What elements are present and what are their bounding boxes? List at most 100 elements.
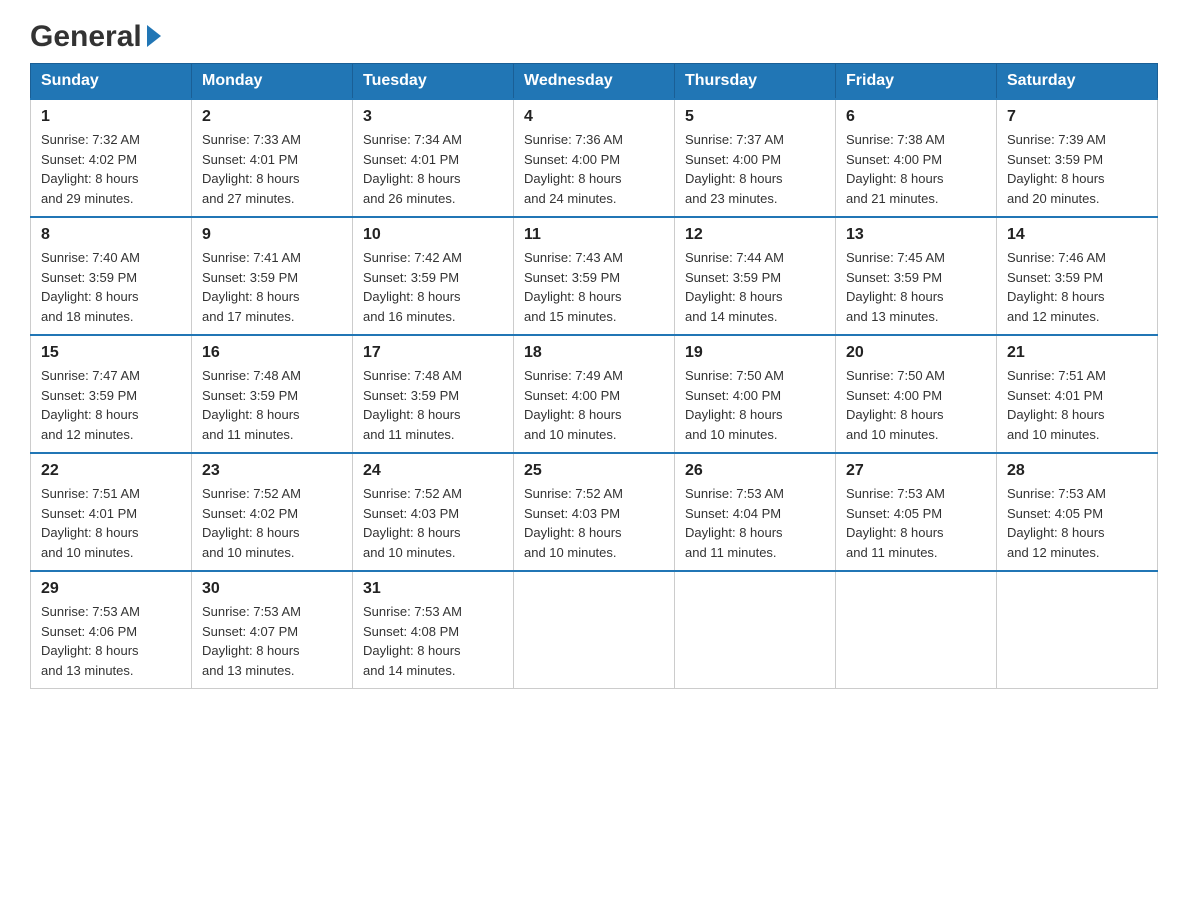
day-info: Sunrise: 7:38 AM Sunset: 4:00 PM Dayligh…	[846, 130, 986, 208]
day-number: 28	[1007, 462, 1147, 480]
day-number: 27	[846, 462, 986, 480]
day-number: 15	[41, 344, 181, 362]
day-info: Sunrise: 7:51 AM Sunset: 4:01 PM Dayligh…	[41, 484, 181, 562]
calendar-cell: 30 Sunrise: 7:53 AM Sunset: 4:07 PM Dayl…	[192, 571, 353, 689]
col-header-friday: Friday	[836, 64, 997, 100]
day-number: 9	[202, 226, 342, 244]
day-info: Sunrise: 7:40 AM Sunset: 3:59 PM Dayligh…	[41, 248, 181, 326]
calendar-cell	[997, 571, 1158, 689]
day-info: Sunrise: 7:46 AM Sunset: 3:59 PM Dayligh…	[1007, 248, 1147, 326]
calendar-table: SundayMondayTuesdayWednesdayThursdayFrid…	[30, 63, 1158, 689]
day-info: Sunrise: 7:37 AM Sunset: 4:00 PM Dayligh…	[685, 130, 825, 208]
day-number: 8	[41, 226, 181, 244]
calendar-cell: 25 Sunrise: 7:52 AM Sunset: 4:03 PM Dayl…	[514, 453, 675, 571]
day-number: 7	[1007, 108, 1147, 126]
calendar-cell: 14 Sunrise: 7:46 AM Sunset: 3:59 PM Dayl…	[997, 217, 1158, 335]
day-info: Sunrise: 7:48 AM Sunset: 3:59 PM Dayligh…	[363, 366, 503, 444]
day-number: 10	[363, 226, 503, 244]
calendar-header-row: SundayMondayTuesdayWednesdayThursdayFrid…	[31, 64, 1158, 100]
calendar-week-row: 29 Sunrise: 7:53 AM Sunset: 4:06 PM Dayl…	[31, 571, 1158, 689]
calendar-cell: 16 Sunrise: 7:48 AM Sunset: 3:59 PM Dayl…	[192, 335, 353, 453]
calendar-cell: 11 Sunrise: 7:43 AM Sunset: 3:59 PM Dayl…	[514, 217, 675, 335]
day-number: 18	[524, 344, 664, 362]
day-number: 3	[363, 108, 503, 126]
col-header-wednesday: Wednesday	[514, 64, 675, 100]
day-number: 19	[685, 344, 825, 362]
calendar-cell: 1 Sunrise: 7:32 AM Sunset: 4:02 PM Dayli…	[31, 99, 192, 217]
day-number: 30	[202, 580, 342, 598]
col-header-saturday: Saturday	[997, 64, 1158, 100]
calendar-cell	[675, 571, 836, 689]
day-info: Sunrise: 7:47 AM Sunset: 3:59 PM Dayligh…	[41, 366, 181, 444]
day-number: 25	[524, 462, 664, 480]
day-info: Sunrise: 7:43 AM Sunset: 3:59 PM Dayligh…	[524, 248, 664, 326]
calendar-week-row: 15 Sunrise: 7:47 AM Sunset: 3:59 PM Dayl…	[31, 335, 1158, 453]
day-info: Sunrise: 7:36 AM Sunset: 4:00 PM Dayligh…	[524, 130, 664, 208]
day-info: Sunrise: 7:41 AM Sunset: 3:59 PM Dayligh…	[202, 248, 342, 326]
day-number: 29	[41, 580, 181, 598]
day-info: Sunrise: 7:51 AM Sunset: 4:01 PM Dayligh…	[1007, 366, 1147, 444]
day-number: 2	[202, 108, 342, 126]
day-info: Sunrise: 7:53 AM Sunset: 4:08 PM Dayligh…	[363, 602, 503, 680]
day-number: 22	[41, 462, 181, 480]
col-header-monday: Monday	[192, 64, 353, 100]
calendar-cell: 22 Sunrise: 7:51 AM Sunset: 4:01 PM Dayl…	[31, 453, 192, 571]
day-number: 12	[685, 226, 825, 244]
day-number: 21	[1007, 344, 1147, 362]
col-header-thursday: Thursday	[675, 64, 836, 100]
day-info: Sunrise: 7:33 AM Sunset: 4:01 PM Dayligh…	[202, 130, 342, 208]
day-number: 23	[202, 462, 342, 480]
day-info: Sunrise: 7:49 AM Sunset: 4:00 PM Dayligh…	[524, 366, 664, 444]
day-info: Sunrise: 7:53 AM Sunset: 4:05 PM Dayligh…	[1007, 484, 1147, 562]
calendar-cell: 21 Sunrise: 7:51 AM Sunset: 4:01 PM Dayl…	[997, 335, 1158, 453]
calendar-cell: 13 Sunrise: 7:45 AM Sunset: 3:59 PM Dayl…	[836, 217, 997, 335]
day-number: 17	[363, 344, 503, 362]
day-number: 16	[202, 344, 342, 362]
day-number: 14	[1007, 226, 1147, 244]
day-info: Sunrise: 7:48 AM Sunset: 3:59 PM Dayligh…	[202, 366, 342, 444]
day-number: 26	[685, 462, 825, 480]
day-info: Sunrise: 7:44 AM Sunset: 3:59 PM Dayligh…	[685, 248, 825, 326]
day-info: Sunrise: 7:52 AM Sunset: 4:03 PM Dayligh…	[363, 484, 503, 562]
calendar-cell: 15 Sunrise: 7:47 AM Sunset: 3:59 PM Dayl…	[31, 335, 192, 453]
calendar-week-row: 1 Sunrise: 7:32 AM Sunset: 4:02 PM Dayli…	[31, 99, 1158, 217]
day-info: Sunrise: 7:45 AM Sunset: 3:59 PM Dayligh…	[846, 248, 986, 326]
day-info: Sunrise: 7:53 AM Sunset: 4:06 PM Dayligh…	[41, 602, 181, 680]
calendar-cell: 27 Sunrise: 7:53 AM Sunset: 4:05 PM Dayl…	[836, 453, 997, 571]
calendar-cell: 6 Sunrise: 7:38 AM Sunset: 4:00 PM Dayli…	[836, 99, 997, 217]
col-header-sunday: Sunday	[31, 64, 192, 100]
calendar-cell: 10 Sunrise: 7:42 AM Sunset: 3:59 PM Dayl…	[353, 217, 514, 335]
calendar-cell: 2 Sunrise: 7:33 AM Sunset: 4:01 PM Dayli…	[192, 99, 353, 217]
day-info: Sunrise: 7:53 AM Sunset: 4:04 PM Dayligh…	[685, 484, 825, 562]
day-info: Sunrise: 7:34 AM Sunset: 4:01 PM Dayligh…	[363, 130, 503, 208]
day-number: 13	[846, 226, 986, 244]
day-number: 24	[363, 462, 503, 480]
calendar-cell: 12 Sunrise: 7:44 AM Sunset: 3:59 PM Dayl…	[675, 217, 836, 335]
day-number: 1	[41, 108, 181, 126]
calendar-cell	[514, 571, 675, 689]
calendar-cell: 29 Sunrise: 7:53 AM Sunset: 4:06 PM Dayl…	[31, 571, 192, 689]
calendar-cell: 4 Sunrise: 7:36 AM Sunset: 4:00 PM Dayli…	[514, 99, 675, 217]
day-number: 6	[846, 108, 986, 126]
page-header: General	[30, 20, 1158, 53]
day-number: 31	[363, 580, 503, 598]
day-info: Sunrise: 7:52 AM Sunset: 4:02 PM Dayligh…	[202, 484, 342, 562]
calendar-cell: 3 Sunrise: 7:34 AM Sunset: 4:01 PM Dayli…	[353, 99, 514, 217]
day-number: 20	[846, 344, 986, 362]
day-number: 11	[524, 226, 664, 244]
calendar-cell: 8 Sunrise: 7:40 AM Sunset: 3:59 PM Dayli…	[31, 217, 192, 335]
day-info: Sunrise: 7:53 AM Sunset: 4:07 PM Dayligh…	[202, 602, 342, 680]
calendar-cell: 20 Sunrise: 7:50 AM Sunset: 4:00 PM Dayl…	[836, 335, 997, 453]
calendar-cell: 24 Sunrise: 7:52 AM Sunset: 4:03 PM Dayl…	[353, 453, 514, 571]
calendar-cell: 19 Sunrise: 7:50 AM Sunset: 4:00 PM Dayl…	[675, 335, 836, 453]
calendar-cell: 31 Sunrise: 7:53 AM Sunset: 4:08 PM Dayl…	[353, 571, 514, 689]
logo-arrow-icon	[147, 25, 161, 47]
calendar-week-row: 8 Sunrise: 7:40 AM Sunset: 3:59 PM Dayli…	[31, 217, 1158, 335]
calendar-cell: 7 Sunrise: 7:39 AM Sunset: 3:59 PM Dayli…	[997, 99, 1158, 217]
calendar-cell: 18 Sunrise: 7:49 AM Sunset: 4:00 PM Dayl…	[514, 335, 675, 453]
calendar-cell: 28 Sunrise: 7:53 AM Sunset: 4:05 PM Dayl…	[997, 453, 1158, 571]
calendar-cell	[836, 571, 997, 689]
day-info: Sunrise: 7:50 AM Sunset: 4:00 PM Dayligh…	[685, 366, 825, 444]
calendar-cell: 23 Sunrise: 7:52 AM Sunset: 4:02 PM Dayl…	[192, 453, 353, 571]
calendar-cell: 9 Sunrise: 7:41 AM Sunset: 3:59 PM Dayli…	[192, 217, 353, 335]
